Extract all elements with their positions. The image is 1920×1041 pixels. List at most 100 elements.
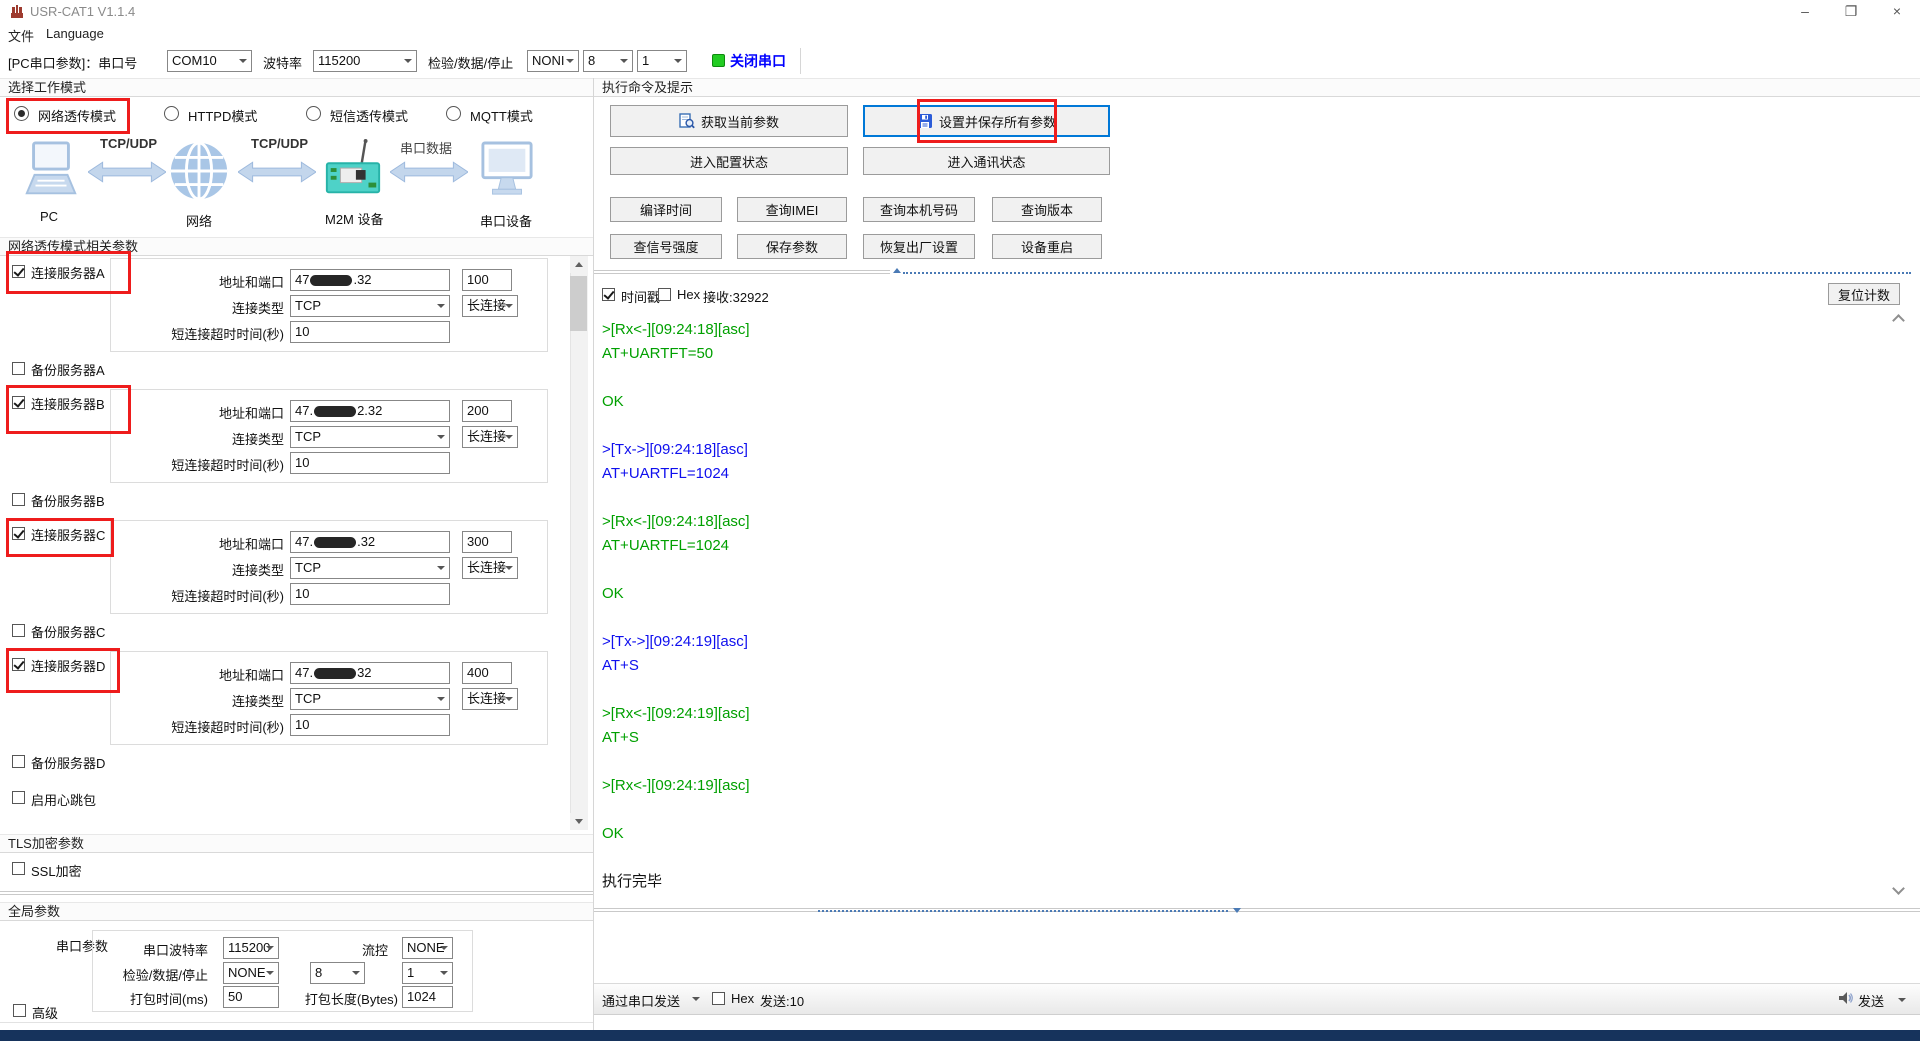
radio-mqtt-mode[interactable] <box>446 106 461 121</box>
advanced-checkbox[interactable] <box>13 1004 26 1017</box>
radio-httpd-mode[interactable] <box>164 106 179 121</box>
port-input[interactable]: 200 <box>462 400 512 422</box>
g-databits-select[interactable]: 8 <box>310 962 365 984</box>
log-splitter-top[interactable] <box>594 270 890 274</box>
enter-config-button[interactable]: 进入配置状态 <box>610 147 848 175</box>
toolbar-divider <box>800 48 801 74</box>
backup-server-checkbox[interactable] <box>12 493 25 506</box>
radio-sms-mode[interactable] <box>306 106 321 121</box>
databits-select[interactable]: 8 <box>583 50 633 72</box>
com-port-select[interactable]: COM10 <box>167 50 252 72</box>
log-hex-checkbox[interactable] <box>658 288 671 301</box>
g-baud-select[interactable]: 115200 <box>223 937 279 959</box>
save-params-button[interactable]: 保存参数 <box>737 234 847 259</box>
scroll-up-button[interactable] <box>570 256 587 273</box>
query-number-button[interactable]: 查询本机号码 <box>863 197 975 222</box>
query-signal-button[interactable]: 查信号强度 <box>610 234 722 259</box>
timeout-input[interactable]: 10 <box>290 452 450 474</box>
backup-server-checkbox[interactable] <box>12 755 25 768</box>
params-scrollbar[interactable] <box>570 256 588 830</box>
address-input[interactable]: 47.32 <box>290 269 450 291</box>
diagram-link2-label: TCP/UDP <box>251 136 308 151</box>
reset-count-button[interactable]: 复位计数 <box>1828 283 1900 305</box>
close-port-button[interactable]: 关闭串口 <box>730 51 786 71</box>
stopbits-select[interactable]: 1 <box>637 50 687 72</box>
mode-option-label[interactable]: HTTPD模式 <box>188 106 257 125</box>
port-input[interactable]: 400 <box>462 662 512 684</box>
heartbeat-checkbox[interactable] <box>12 791 25 804</box>
log-splitter-bottom[interactable] <box>594 908 1920 912</box>
timeout-input[interactable]: 10 <box>290 321 450 343</box>
address-input[interactable]: 47.2.32 <box>290 400 450 422</box>
timeout-input[interactable]: 10 <box>290 583 450 605</box>
log-line <box>602 678 1602 702</box>
maximize-button[interactable]: ❐ <box>1828 0 1874 24</box>
chevron-down-icon[interactable] <box>692 997 700 1001</box>
address-input[interactable]: 47..32 <box>290 531 450 553</box>
heartbeat-label: 启用心跳包 <box>31 790 96 809</box>
pack-len-input[interactable]: 1024 <box>402 986 453 1008</box>
keepalive-select[interactable]: 长连接 <box>462 688 518 710</box>
minimize-button[interactable]: – <box>1782 0 1828 24</box>
baud-select[interactable]: 115200 <box>313 50 417 72</box>
send-button[interactable]: 发送 <box>1858 991 1884 1010</box>
m2m-device-icon <box>322 138 384 204</box>
chevron-down-icon <box>620 59 628 63</box>
timestamp-checkbox[interactable] <box>602 288 615 301</box>
ssl-checkbox[interactable] <box>12 862 25 875</box>
compile-time-button[interactable]: 编译时间 <box>610 197 722 222</box>
conn-type-select[interactable]: TCP <box>290 557 450 579</box>
timestamp-label: 时间戳 <box>621 287 660 306</box>
keepalive-select[interactable]: 长连接 <box>462 295 518 317</box>
menu-file[interactable]: 文件 <box>8 26 34 45</box>
g-parity-select[interactable]: NONE <box>223 962 279 984</box>
query-imei-button[interactable]: 查询IMEI <box>737 197 847 222</box>
splitter-handle[interactable] <box>903 272 1911 274</box>
g-flow-select[interactable]: NONE <box>402 937 453 959</box>
g-stopbits-select[interactable]: 1 <box>402 962 453 984</box>
scroll-down-button[interactable] <box>570 813 587 830</box>
factory-reset-button[interactable]: 恢复出厂设置 <box>863 234 975 259</box>
connect-server-checkbox[interactable] <box>12 658 25 671</box>
conn-type-select[interactable]: TCP <box>290 688 450 710</box>
backup-server-label: 备份服务器B <box>31 491 105 510</box>
set-save-params-button[interactable]: 设置并保存所有参数 <box>863 105 1110 137</box>
backup-server-checkbox[interactable] <box>12 362 25 375</box>
conn-type-select[interactable]: TCP <box>290 426 450 448</box>
backup-server-checkbox[interactable] <box>12 624 25 637</box>
splitter-collapse-icon[interactable] <box>1233 908 1241 913</box>
pc-serial-label: [PC串口参数]：串口号 <box>8 53 137 72</box>
keepalive-select[interactable]: 长连接 <box>462 426 518 448</box>
send-via-serial-button[interactable]: 通过串口发送 <box>602 991 680 1010</box>
splitter-handle[interactable] <box>818 910 1228 912</box>
timeout-input[interactable]: 10 <box>290 714 450 736</box>
connect-server-checkbox[interactable] <box>12 396 25 409</box>
radio-net-transparent-mode[interactable] <box>14 106 29 121</box>
get-params-button[interactable]: 获取当前参数 <box>610 105 848 137</box>
scrollbar-thumb[interactable] <box>570 276 587 331</box>
parity-select[interactable]: NONI <box>527 50 579 72</box>
address-input[interactable]: 47.32 <box>290 662 450 684</box>
mode-option-label[interactable]: 网络透传模式 <box>38 106 116 125</box>
connect-server-checkbox[interactable] <box>12 265 25 278</box>
mode-option-label[interactable]: MQTT模式 <box>470 106 533 125</box>
query-version-button[interactable]: 查询版本 <box>992 197 1102 222</box>
menu-language[interactable]: Language <box>46 26 104 41</box>
port-input[interactable]: 100 <box>462 269 512 291</box>
chevron-down-icon[interactable] <box>1898 998 1906 1002</box>
keepalive-select[interactable]: 长连接 <box>462 557 518 579</box>
send-hex-checkbox[interactable] <box>712 992 725 1005</box>
left-splitter[interactable] <box>0 891 593 895</box>
pack-time-input[interactable]: 50 <box>223 986 279 1008</box>
device-restart-button[interactable]: 设备重启 <box>992 234 1102 259</box>
chevron-down-icon <box>266 971 274 975</box>
titlebar: USR-CAT1 V1.1.4 – ❐ × <box>0 0 1920 24</box>
enter-comm-button[interactable]: 进入通讯状态 <box>863 147 1110 175</box>
close-button[interactable]: × <box>1874 0 1920 24</box>
port-input[interactable]: 300 <box>462 531 512 553</box>
mode-option-label[interactable]: 短信透传模式 <box>330 106 408 125</box>
network-globe-icon <box>168 140 230 202</box>
conn-type-select[interactable]: TCP <box>290 295 450 317</box>
connect-server-checkbox[interactable] <box>12 527 25 540</box>
splitter-collapse-icon[interactable] <box>893 268 901 273</box>
